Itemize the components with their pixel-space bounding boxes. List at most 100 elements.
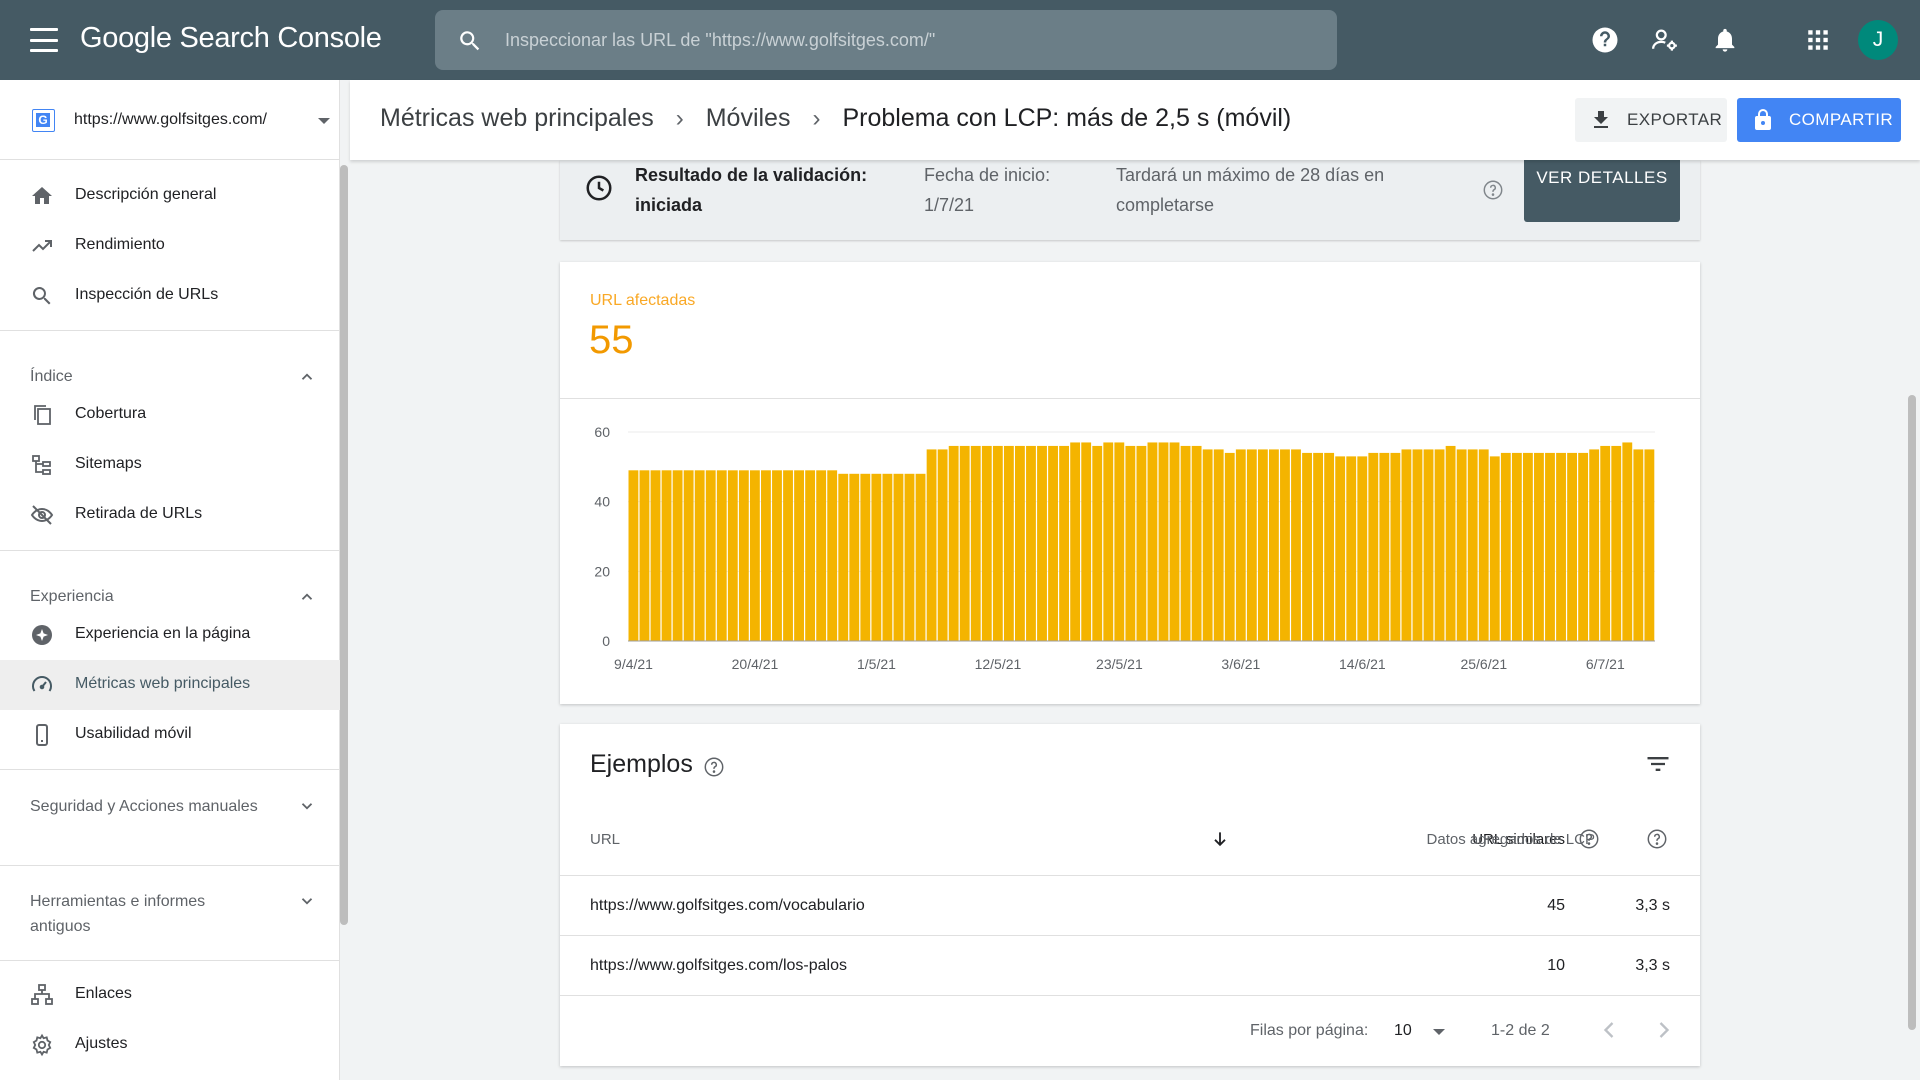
y-tick-label: 60 xyxy=(594,424,610,440)
sidebar-item-coverage[interactable]: Cobertura xyxy=(0,390,340,440)
chart-bar xyxy=(1048,445,1058,641)
chart-bar xyxy=(1037,445,1047,641)
manage-accounts-icon[interactable] xyxy=(1645,20,1685,60)
table-row[interactable]: https://www.golfsitges.com/los-palos 10 … xyxy=(560,936,1700,996)
chart-bar xyxy=(1092,445,1103,641)
chart-bar xyxy=(882,473,893,641)
sidebar-item-core-web-vitals[interactable]: Métricas web principales xyxy=(0,660,340,710)
chart-bar xyxy=(1324,452,1335,641)
chevron-left-icon[interactable] xyxy=(1595,1016,1623,1044)
chevron-down-icon xyxy=(301,898,313,905)
chart-bar xyxy=(1622,442,1633,641)
chart-bar xyxy=(1589,449,1600,641)
chart-bar xyxy=(1147,442,1158,641)
chart-bar xyxy=(1180,445,1191,641)
chart-bar xyxy=(683,470,694,641)
section-label: Índice xyxy=(30,368,73,385)
chart-bar xyxy=(694,470,705,641)
chart-bar xyxy=(1313,452,1324,641)
chart-bar xyxy=(1478,449,1489,641)
chart-bar xyxy=(1003,445,1014,641)
url-inspection-search[interactable] xyxy=(435,10,1337,70)
chart-bar xyxy=(1456,449,1467,641)
chart-bar xyxy=(1467,449,1478,641)
help-outline-icon[interactable] xyxy=(1482,179,1504,201)
x-tick-label: 14/6/21 xyxy=(1339,656,1386,672)
chart-bar xyxy=(849,473,860,641)
sidebar-item-label: Descripción general xyxy=(75,186,217,203)
arrow-down-icon xyxy=(1214,832,1226,847)
chart-bar xyxy=(1268,449,1279,641)
visibility-off-icon xyxy=(30,505,54,525)
breadcrumb-core-web-vitals[interactable]: Métricas web principales xyxy=(380,104,654,133)
product-logo[interactable]: Google Search Console xyxy=(80,22,382,55)
share-label: COMPARTIR xyxy=(1789,110,1894,129)
links-tree-icon xyxy=(31,984,53,1005)
sidebar-item-label: Sitemaps xyxy=(75,455,142,472)
sidebar-item-label: Cobertura xyxy=(75,405,147,422)
sidebar-item-mobile-usability[interactable]: Usabilidad móvil xyxy=(0,710,340,760)
column-header-lcp[interactable]: Datos agregados de LCP xyxy=(1295,831,1595,848)
property-selector[interactable]: G https://www.golfsitges.com/ xyxy=(0,80,340,160)
filter-icon[interactable] xyxy=(1644,750,1672,778)
sidebar-item-settings[interactable]: Ajustes xyxy=(0,1020,340,1070)
section-label: Seguridad y Acciones manuales xyxy=(30,798,258,815)
speedometer-icon xyxy=(32,676,52,692)
chart-bar xyxy=(1291,449,1301,641)
chart-bar xyxy=(738,470,749,641)
chart-bar xyxy=(1257,449,1268,641)
see-details-button[interactable]: VER DETALLES xyxy=(1524,160,1680,222)
chevron-up-icon xyxy=(301,593,313,600)
sidebar-section-legacy-tools[interactable]: Herramientas e informes antiguos xyxy=(0,866,340,961)
dropdown-arrow-icon[interactable] xyxy=(1433,1029,1445,1035)
chart-bar xyxy=(672,470,683,641)
chart-bar xyxy=(1368,452,1379,641)
sidebar-item-removals[interactable]: Retirada de URLs xyxy=(0,490,340,540)
sidebar-item-performance[interactable]: Rendimiento xyxy=(0,221,340,271)
breadcrumb-mobile[interactable]: Móviles xyxy=(706,104,791,133)
x-tick-label: 9/4/21 xyxy=(614,656,653,672)
export-button[interactable]: EXPORTAR xyxy=(1575,98,1727,142)
chart-bar xyxy=(1578,452,1589,641)
help-outline-icon[interactable] xyxy=(703,756,725,778)
apps-grid-icon[interactable] xyxy=(1798,20,1838,60)
rows-per-page-select[interactable]: 10 xyxy=(1394,1022,1412,1040)
bell-icon[interactable] xyxy=(1705,20,1745,60)
chart-bar xyxy=(1246,449,1257,641)
column-header-url[interactable]: URL xyxy=(590,831,620,848)
sidebar-item-label: Enlaces xyxy=(75,985,132,1002)
help-icon[interactable] xyxy=(1585,20,1625,60)
sidebar-item-links[interactable]: Enlaces xyxy=(0,970,340,1020)
account-avatar[interactable]: J xyxy=(1858,20,1898,60)
affected-urls-chart[interactable]: 0 20 40 60 9/4/21 20/4/21 1/5/21 12/5/21 23/5/21… xyxy=(560,399,1700,704)
validation-result: Resultado de la validación: iniciada xyxy=(635,165,868,215)
sidebar-item-url-inspection[interactable]: Inspección de URLs xyxy=(0,271,340,321)
chart-bar xyxy=(1600,445,1611,641)
share-button[interactable]: COMPARTIR xyxy=(1737,98,1901,142)
search-input[interactable] xyxy=(505,10,1315,70)
help-outline-icon[interactable] xyxy=(1646,828,1668,850)
metric-value: 55 xyxy=(589,318,634,362)
chart-bar xyxy=(1169,442,1180,641)
chart-bar xyxy=(1611,445,1622,641)
breadcrumb: Métricas web principales › Móviles › Pro… xyxy=(380,104,1291,133)
sidebar-item-overview[interactable]: Descripción general xyxy=(0,171,340,221)
export-label: EXPORTAR xyxy=(1627,110,1723,129)
sidebar-item-page-experience[interactable]: Experiencia en la página xyxy=(0,610,340,660)
main-scrollbar[interactable] xyxy=(1908,395,1916,1030)
examples-title: Ejemplos xyxy=(590,750,693,778)
chevron-right-icon[interactable] xyxy=(1650,1016,1678,1044)
sidebar-section-security[interactable]: Seguridad y Acciones manuales xyxy=(0,770,340,865)
chart-bar xyxy=(727,470,738,641)
menu-icon[interactable] xyxy=(28,26,60,54)
table-row[interactable]: https://www.golfsitges.com/vocabulario 4… xyxy=(560,876,1700,936)
chart-bar xyxy=(783,470,793,641)
sidebar-scrollbar[interactable] xyxy=(340,165,348,925)
chart-bar xyxy=(904,473,915,641)
chart-bar xyxy=(926,449,937,641)
section-label: Experiencia xyxy=(30,588,114,605)
sidebar-item-sitemaps[interactable]: Sitemaps xyxy=(0,440,340,490)
chart-bar xyxy=(1235,449,1246,641)
chevron-right-icon: › xyxy=(812,104,821,132)
chart-bar xyxy=(959,445,970,641)
